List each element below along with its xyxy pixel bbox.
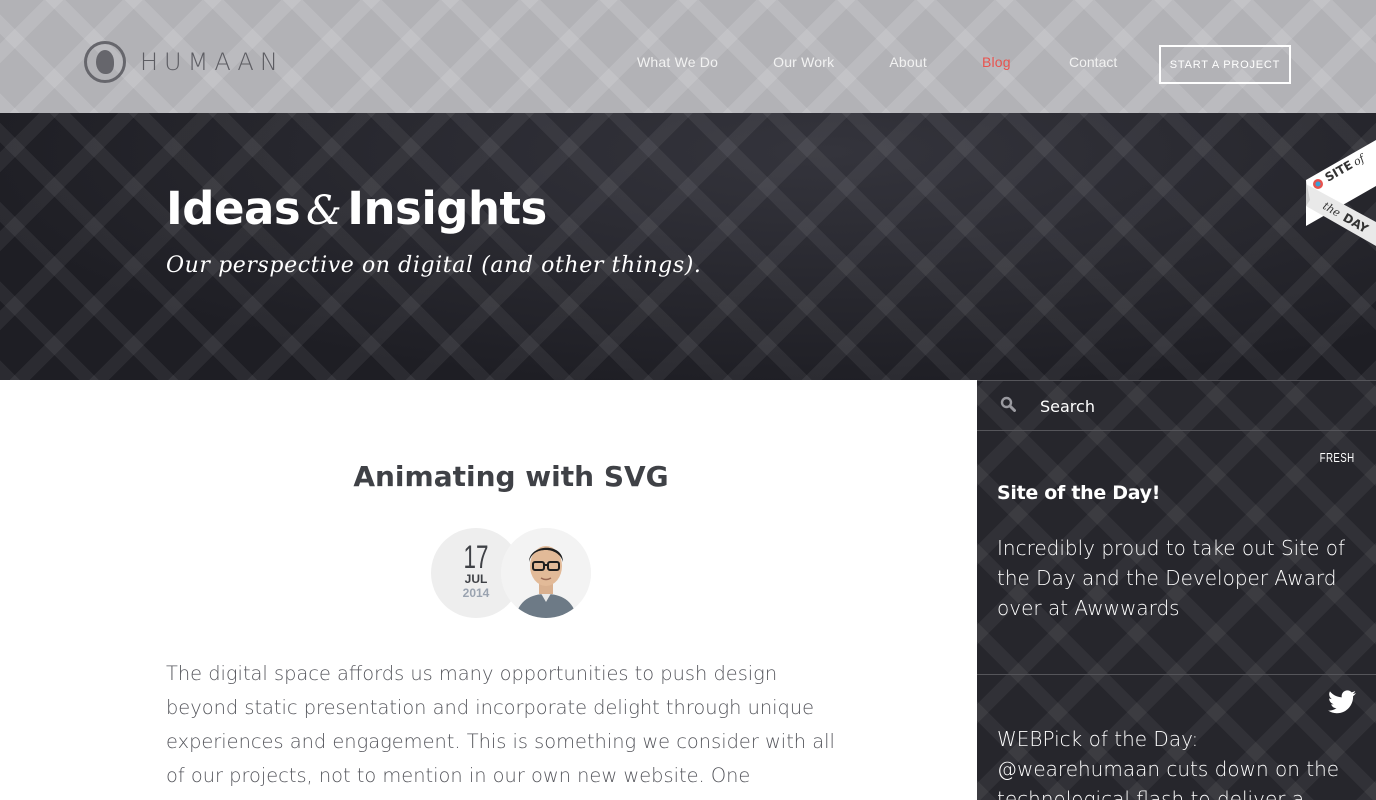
- article-body: The digital space affords us many opport…: [166, 662, 835, 800]
- site-of-the-day-ribbon[interactable]: SITE of the DAY: [1306, 140, 1376, 246]
- page-subtitle: Our perspective on digital (and other th…: [166, 253, 702, 278]
- nav-what-we-do[interactable]: What We Do: [637, 54, 718, 70]
- feature-title[interactable]: Site of the Day!: [997, 482, 1160, 504]
- nav-our-work[interactable]: Our Work: [773, 54, 834, 70]
- title-part-ideas: Ideas: [166, 182, 301, 235]
- search-bar: [977, 380, 1376, 431]
- search-icon[interactable]: [1000, 396, 1016, 412]
- tweet-text: WEBPick of the Day: @wearehumaan cuts do…: [997, 727, 1340, 800]
- logo[interactable]: HUMAAN: [84, 41, 284, 83]
- article-title[interactable]: Animating with SVG: [166, 460, 856, 493]
- hero-banner: HUMAAN What We Do Our Work About Blog Co…: [0, 0, 1376, 380]
- logo-head-icon: [84, 41, 126, 83]
- sidebar-divider: [977, 674, 1376, 675]
- author-avatar[interactable]: [501, 528, 591, 618]
- fresh-tag: FRESH: [1320, 450, 1355, 465]
- nav-about[interactable]: About: [889, 54, 927, 70]
- ribbon-badge-icon: SITE of the DAY: [1306, 140, 1376, 246]
- logo-text: HUMAAN: [140, 48, 284, 76]
- search-input[interactable]: [1040, 393, 1340, 419]
- main-nav: What We Do Our Work About Blog: [637, 54, 1066, 70]
- nav-blog[interactable]: Blog: [982, 54, 1011, 70]
- date-day: 17: [463, 539, 489, 575]
- nav-contact[interactable]: Contact: [1069, 54, 1117, 70]
- feature-text: Incredibly proud to take out Site of the…: [997, 536, 1346, 620]
- sidebar: FRESH Site of the Day! Incredibly proud …: [977, 380, 1376, 800]
- page-title: Ideas & Insights: [166, 182, 547, 235]
- site-header: HUMAAN What We Do Our Work About Blog Co…: [0, 0, 1376, 113]
- title-part-insights: Insights: [347, 182, 547, 235]
- title-ampersand: &: [306, 188, 342, 234]
- start-project-button[interactable]: START A PROJECT: [1159, 45, 1291, 84]
- author-portrait-icon: [501, 528, 591, 618]
- twitter-icon[interactable]: [1328, 690, 1356, 714]
